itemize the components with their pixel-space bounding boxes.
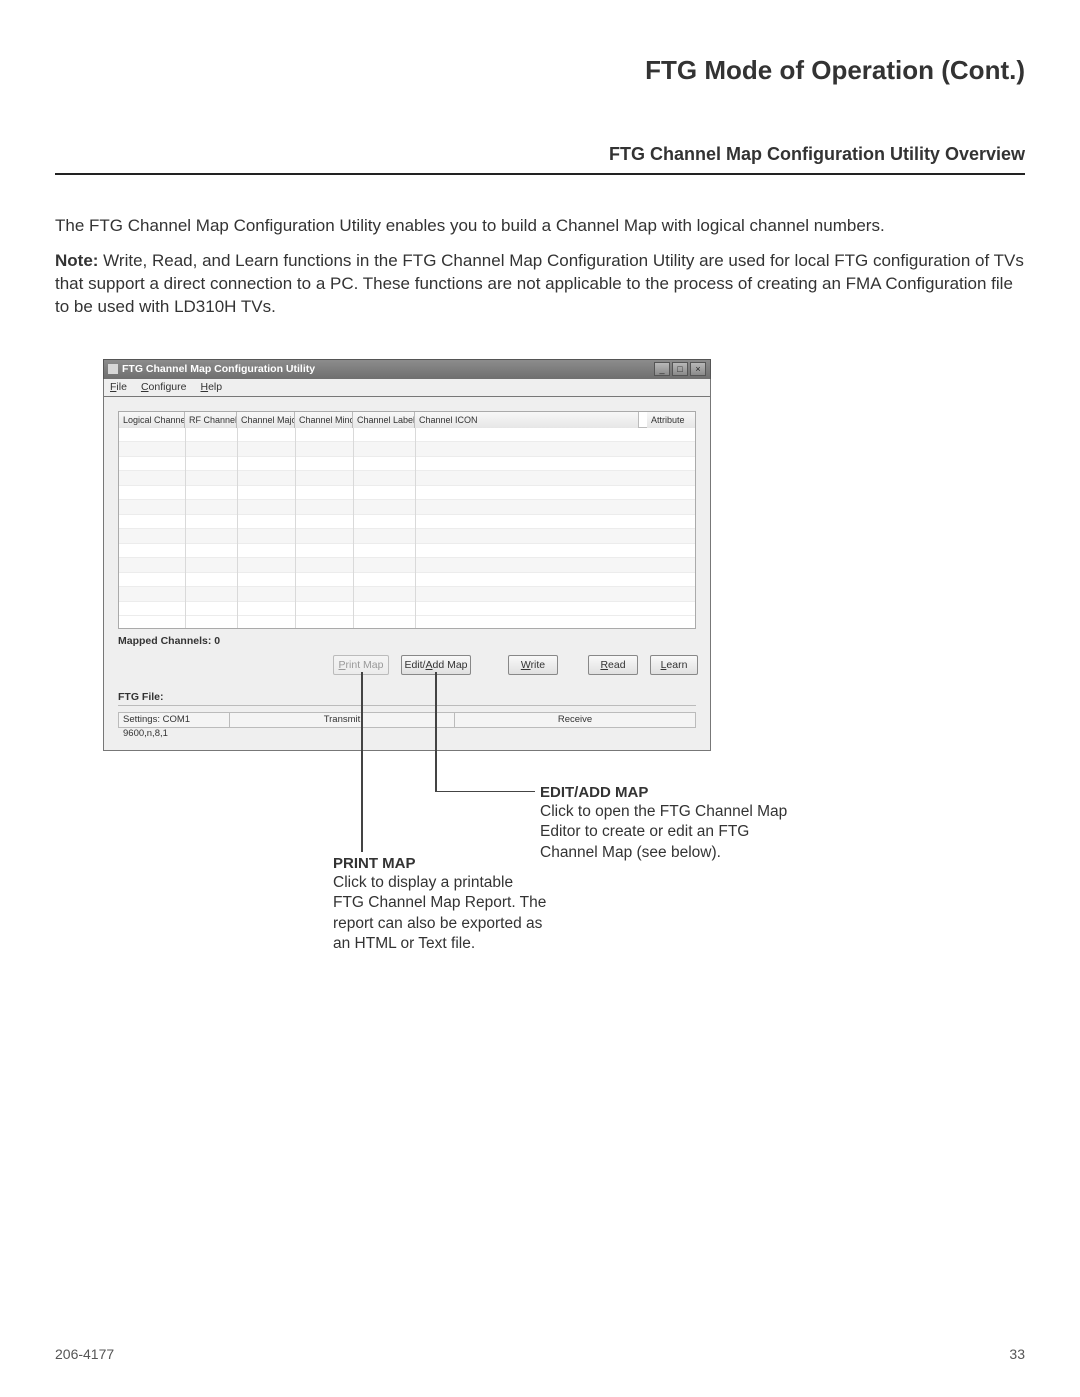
statusbar: Settings: COM1 9600,n,8,1 Transmit Recei… bbox=[118, 712, 696, 728]
table-row[interactable] bbox=[119, 558, 695, 573]
table-row[interactable] bbox=[119, 486, 695, 501]
col-channel-minor[interactable]: Channel Minor bbox=[295, 412, 353, 428]
write-accel: W bbox=[521, 659, 531, 671]
table-row[interactable] bbox=[119, 428, 695, 443]
callout-edit-text: Click to open the FTG Channel Map Editor… bbox=[540, 802, 810, 862]
col-logical-channel[interactable]: Logical Channel bbox=[119, 412, 185, 428]
button-row: Print Map Edit/Add Map Write Read Learn bbox=[118, 655, 696, 677]
edit-pre: Edit/ bbox=[404, 659, 425, 671]
intro-paragraph: The FTG Channel Map Configuration Utilit… bbox=[55, 215, 1025, 238]
table-row[interactable] bbox=[119, 573, 695, 588]
callout-line bbox=[361, 672, 363, 852]
close-button[interactable]: × bbox=[690, 362, 706, 376]
col-channel-label[interactable]: Channel Label bbox=[353, 412, 415, 428]
ftg-file-label: FTG File: bbox=[118, 691, 696, 706]
callout-edit: EDIT/ADD MAP Click to open the FTG Chann… bbox=[540, 783, 810, 863]
window-title: FTG Channel Map Configuration Utility bbox=[122, 363, 654, 375]
print-rest: rint Map bbox=[346, 659, 384, 671]
learn-rest: earn bbox=[666, 659, 687, 671]
app-icon bbox=[108, 364, 118, 374]
minimize-button[interactable]: _ bbox=[654, 362, 670, 376]
table-row[interactable] bbox=[119, 500, 695, 515]
page-number: 33 bbox=[1009, 1346, 1025, 1362]
table-row[interactable] bbox=[119, 442, 695, 457]
callout-print: PRINT MAP Click to display a printable F… bbox=[333, 854, 548, 954]
callout-line bbox=[435, 791, 535, 793]
callout-edit-title: EDIT/ADD MAP bbox=[540, 783, 810, 803]
section-title: FTG Channel Map Configuration Utility Ov… bbox=[55, 144, 1025, 165]
callout-print-text: Click to display a printable FTG Channel… bbox=[333, 873, 548, 954]
document-page: FTG Mode of Operation (Cont.) FTG Channe… bbox=[0, 0, 1080, 1397]
status-receive: Receive bbox=[455, 712, 696, 728]
table-row[interactable] bbox=[119, 529, 695, 544]
grid-divider bbox=[353, 428, 354, 628]
col-attribute[interactable]: Attribute bbox=[647, 412, 695, 428]
table-row[interactable] bbox=[119, 471, 695, 486]
edit-rest: dd Map bbox=[433, 659, 468, 671]
write-rest: rite bbox=[531, 659, 546, 671]
page-title: FTG Mode of Operation (Cont.) bbox=[55, 55, 1025, 86]
table-row[interactable] bbox=[119, 515, 695, 530]
section-divider bbox=[55, 173, 1025, 175]
edit-accel: A bbox=[425, 659, 432, 671]
doc-number: 206-4177 bbox=[55, 1346, 114, 1362]
write-button[interactable]: Write bbox=[508, 655, 558, 675]
callout-print-title: PRINT MAP bbox=[333, 854, 548, 874]
grid-body[interactable] bbox=[119, 428, 695, 628]
mapped-channels-label: Mapped Channels: 0 bbox=[118, 635, 696, 647]
col-rf-channel[interactable]: RF Channel bbox=[185, 412, 237, 428]
client-area: Logical Channel RF Channel Channel Major… bbox=[103, 397, 711, 751]
learn-button[interactable]: Learn bbox=[650, 655, 698, 675]
menu-file[interactable]: File bbox=[110, 381, 127, 393]
callout-line bbox=[435, 672, 437, 792]
status-settings: Settings: COM1 9600,n,8,1 bbox=[118, 712, 230, 728]
table-row[interactable] bbox=[119, 602, 695, 617]
print-accel: P bbox=[339, 659, 346, 671]
app-window: FTG Channel Map Configuration Utility _ … bbox=[103, 359, 711, 751]
titlebar[interactable]: FTG Channel Map Configuration Utility _ … bbox=[103, 359, 711, 379]
read-button[interactable]: Read bbox=[588, 655, 638, 675]
grid-divider bbox=[237, 428, 238, 628]
status-transmit: Transmit bbox=[230, 712, 455, 728]
note-text: Write, Read, and Learn functions in the … bbox=[55, 251, 1024, 316]
note-label: Note: bbox=[55, 251, 98, 270]
col-channel-icon[interactable]: Channel ICON bbox=[415, 412, 639, 428]
channel-grid[interactable]: Logical Channel RF Channel Channel Major… bbox=[118, 411, 696, 629]
grid-divider bbox=[185, 428, 186, 628]
menubar: File Configure Help bbox=[103, 379, 711, 397]
note-paragraph: Note: Write, Read, and Learn functions i… bbox=[55, 250, 1025, 319]
menu-configure[interactable]: Configure bbox=[141, 381, 187, 393]
grid-divider bbox=[415, 428, 416, 628]
col-channel-major[interactable]: Channel Major bbox=[237, 412, 295, 428]
menu-help[interactable]: Help bbox=[200, 381, 222, 393]
table-row[interactable] bbox=[119, 457, 695, 472]
read-rest: ead bbox=[608, 659, 626, 671]
window-controls: _ □ × bbox=[654, 362, 706, 376]
table-row[interactable] bbox=[119, 544, 695, 559]
read-accel: R bbox=[600, 659, 608, 671]
grid-divider bbox=[295, 428, 296, 628]
page-footer: 206-4177 33 bbox=[55, 1346, 1025, 1362]
maximize-button[interactable]: □ bbox=[672, 362, 688, 376]
column-headers: Logical Channel RF Channel Channel Major… bbox=[119, 412, 695, 428]
table-row[interactable] bbox=[119, 587, 695, 602]
